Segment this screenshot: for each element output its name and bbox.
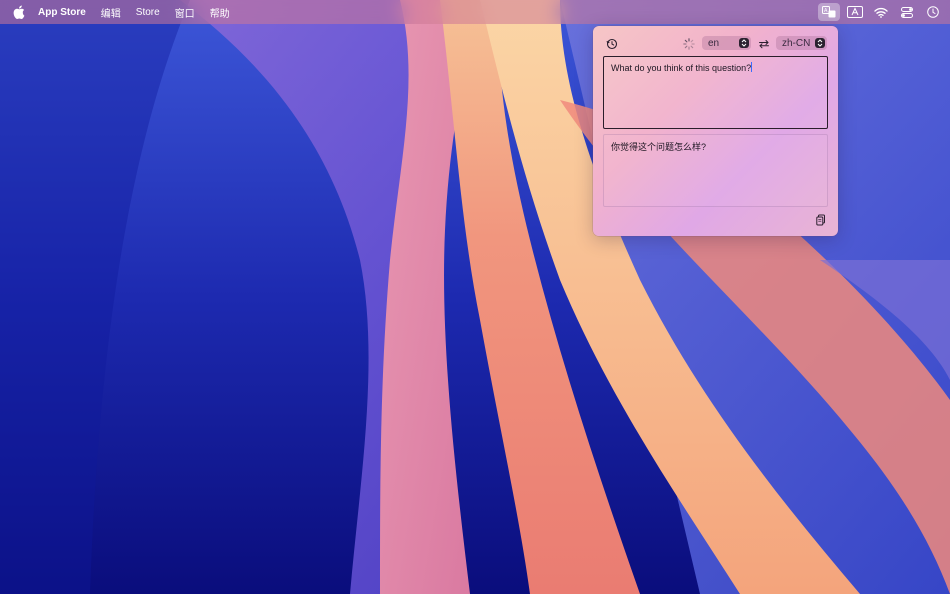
control-center-icon[interactable] (896, 3, 918, 21)
swap-languages-icon[interactable] (758, 37, 770, 49)
source-text: What do you think of this question? (611, 63, 752, 73)
copy-icon[interactable] (815, 213, 827, 226)
menu-edit[interactable]: 编辑 (101, 5, 121, 20)
translated-text: 你觉得这个问题怎么样? (611, 142, 707, 152)
menu-store[interactable]: Store (136, 7, 160, 18)
translation-output[interactable]: 你觉得这个问题怎么样? (603, 134, 828, 207)
menu-app-name[interactable]: App Store (38, 7, 86, 18)
menu-window[interactable]: 窗口 (175, 5, 195, 20)
menu-help[interactable]: 帮助 (210, 5, 230, 20)
wifi-icon[interactable] (870, 3, 892, 21)
translator-toolbar: en zh-CN (593, 34, 838, 52)
target-language-value: zh-CN (782, 37, 811, 49)
menu-bar: App Store 编辑 Store 窗口 帮助 A (0, 0, 950, 24)
chevron-updown-icon (739, 38, 749, 48)
translator-panel: en zh-CN What do you think of this quest (593, 26, 838, 236)
svg-text:A: A (824, 8, 828, 14)
loading-spinner-icon (683, 37, 695, 50)
source-language-select[interactable]: en (702, 36, 751, 50)
source-text-input[interactable]: What do you think of this question? (603, 56, 828, 129)
translate-icon[interactable]: A (818, 3, 840, 21)
text-cursor (751, 62, 753, 72)
apple-logo-icon[interactable] (12, 5, 26, 19)
chevron-updown-icon (815, 38, 825, 48)
input-method-icon[interactable] (844, 3, 866, 21)
history-icon[interactable] (606, 37, 618, 50)
source-language-value: en (708, 37, 720, 49)
clock-icon[interactable] (922, 3, 944, 21)
target-language-select[interactable]: zh-CN (776, 36, 827, 50)
